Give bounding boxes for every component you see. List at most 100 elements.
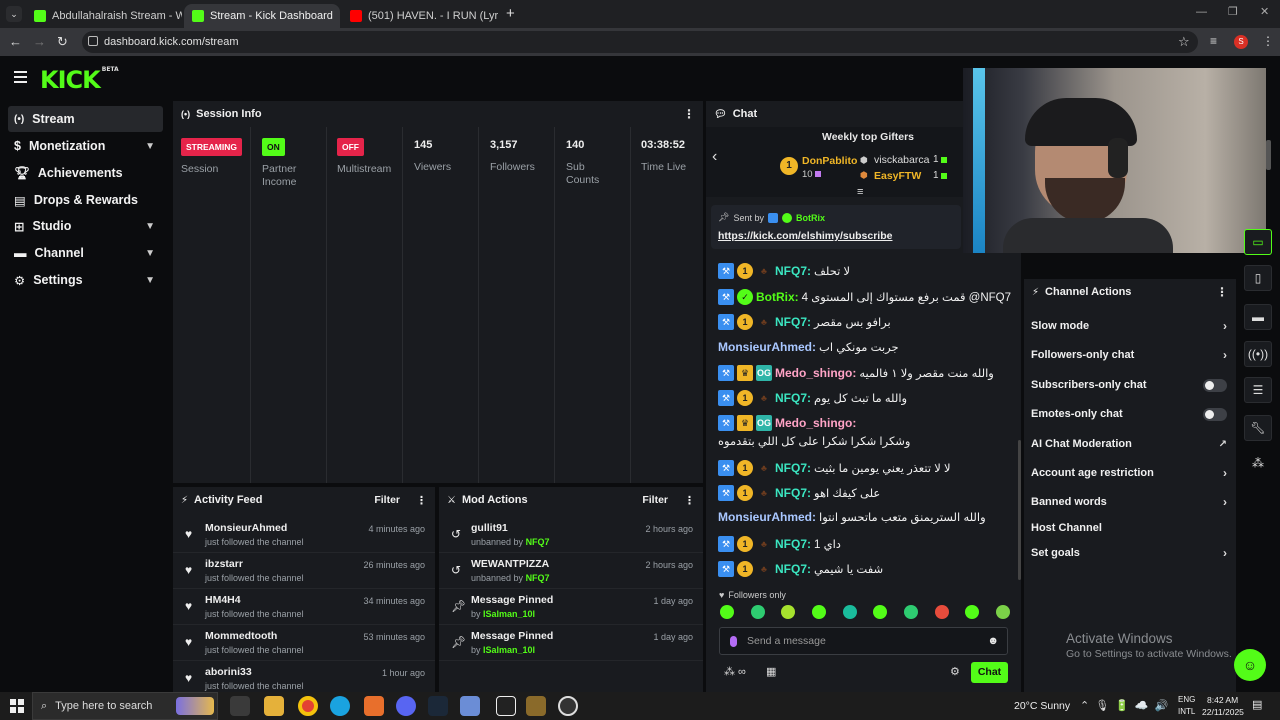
- emoji-icon[interactable]: ☻: [987, 635, 999, 647]
- chat-username[interactable]: Medo_shingo:: [775, 366, 856, 380]
- side-panel-button[interactable]: ▭: [1244, 229, 1272, 255]
- channel-action-item[interactable]: Account age restriction ›: [1031, 462, 1227, 484]
- language-bottom[interactable]: INTL: [1178, 707, 1195, 716]
- toggle-switch[interactable]: [1203, 378, 1227, 392]
- edge-icon[interactable]: [330, 696, 350, 716]
- channel-action-item[interactable]: Emotes-only chat: [1031, 403, 1227, 425]
- chat-username[interactable]: NFQ7:: [775, 537, 811, 551]
- toggle-switch[interactable]: [1203, 407, 1227, 421]
- wrench-icon[interactable]: 🔧︎: [1244, 415, 1272, 441]
- browser-tab-0[interactable]: Abdullahalraish Stream - Watc ✕: [26, 4, 182, 28]
- channel-action-item[interactable]: Subscribers-only chat: [1031, 374, 1227, 396]
- list-item[interactable]: ♥ MonsieurAhmed just followed the channel 4…: [173, 519, 435, 553]
- channel-action-item[interactable]: Followers-only chat ›: [1031, 344, 1227, 366]
- back-icon[interactable]: ←: [9, 34, 22, 49]
- bookmark-star-icon[interactable]: ☆: [1178, 34, 1190, 50]
- chat-tools-icon[interactable]: ⁂ ∞: [724, 665, 746, 678]
- list-item[interactable]: ♥ aborini33 just followed the channel 1 hou…: [173, 663, 435, 692]
- site-info-icon[interactable]: [88, 36, 98, 46]
- chat-scrollbar[interactable]: [1018, 440, 1021, 580]
- close-icon[interactable]: ✕: [339, 10, 340, 23]
- chat-username[interactable]: NFQ7:: [775, 315, 811, 329]
- chat-username[interactable]: BotRix:: [756, 290, 799, 304]
- chat-message[interactable]: ⚒ 1 ♣ NFQ7: والله ما تبث كل يوم: [718, 390, 1018, 406]
- chat-icon[interactable]: ▬: [1244, 304, 1272, 330]
- profile-avatar[interactable]: S: [1234, 35, 1248, 49]
- channel-action-item[interactable]: Host Channel: [1031, 517, 1227, 539]
- url-input[interactable]: dashboard.kick.com/stream: [82, 31, 1198, 53]
- task-view-icon[interactable]: [230, 696, 250, 716]
- store-icon[interactable]: ▦: [766, 665, 776, 678]
- chat-username[interactable]: NFQ7:: [775, 264, 811, 278]
- chat-message[interactable]: ⚒ 1 ♣ NFQ7: على كيفك اهو: [718, 485, 1018, 501]
- clock-date[interactable]: 22/11/2025: [1202, 707, 1244, 717]
- emote-icon[interactable]: [965, 605, 980, 619]
- system-tray-icons[interactable]: ⌃🎙︎🔋☁️🔊: [1080, 699, 1174, 712]
- reading-list-icon[interactable]: ≡: [1210, 34, 1217, 48]
- list-item[interactable]: ♥ ibzstarr just followed the channel 26 min…: [173, 555, 435, 589]
- channel-action-item[interactable]: Set goals ›: [1031, 542, 1227, 564]
- browser-tab-1[interactable]: Stream - Kick Dashboard ✕: [184, 4, 340, 28]
- sidebar-item-achievements[interactable]: 🏆︎ Achievements: [8, 160, 163, 186]
- maximize-icon[interactable]: ❐: [1228, 5, 1238, 18]
- send-chat-button[interactable]: Chat: [971, 662, 1008, 683]
- reload-icon[interactable]: ↻: [57, 34, 68, 50]
- gifter-name[interactable]: visckabarca: [874, 154, 929, 166]
- sidebar-item-studio[interactable]: ⊞ Studio ▼: [8, 213, 163, 239]
- more-options-icon[interactable]: ⋮: [1216, 285, 1228, 299]
- channel-action-item[interactable]: Slow mode ›: [1031, 315, 1227, 337]
- chevron-left-icon[interactable]: ‹: [712, 148, 717, 166]
- chat-message[interactable]: ⚒ ♛ OG Medo_shingo: وشكرا شكرا شكرا على كل ا…: [718, 415, 1008, 448]
- channel-action-item[interactable]: AI Chat Moderation ↗: [1031, 433, 1227, 455]
- browser-menu-icon[interactable]: ⋮: [1262, 34, 1274, 48]
- emote-icon[interactable]: [842, 605, 857, 619]
- chrome-icon[interactable]: [298, 696, 318, 716]
- game-icon[interactable]: [526, 696, 546, 716]
- emote-icon[interactable]: [720, 605, 734, 619]
- chat-username[interactable]: MonsieurAhmed:: [718, 340, 816, 354]
- kick-app-icon[interactable]: [496, 696, 516, 716]
- gifter-name[interactable]: DonPablito: [802, 155, 857, 167]
- right-scrollbar[interactable]: [1266, 140, 1271, 170]
- emote-icon[interactable]: [873, 605, 888, 619]
- list-item[interactable]: 📌︎ Message Pinned by ISalman_10l 1 day ago: [439, 591, 703, 625]
- gifter-name[interactable]: EasyFTW: [874, 170, 921, 182]
- minimize-icon[interactable]: —: [1196, 6, 1207, 18]
- sidebar-item-stream[interactable]: (•) Stream: [8, 106, 163, 132]
- chat-message[interactable]: ⚒ 1 ♣ NFQ7: داي 1: [718, 536, 1018, 552]
- filter-button[interactable]: Filter: [642, 494, 668, 506]
- new-tab-button[interactable]: +: [506, 5, 515, 22]
- tab-search-button[interactable]: ⌄: [6, 6, 22, 22]
- chat-message[interactable]: ⚒ 1 ♣ NFQ7: لا لا تتعذر يعني يومين ما بثيت: [718, 460, 1018, 476]
- chat-message[interactable]: ⚒ 1 ♣ NFQ7: لا تحلف: [718, 263, 1018, 279]
- file-explorer-icon[interactable]: [264, 696, 284, 716]
- notifications-icon[interactable]: ▤: [1252, 698, 1262, 711]
- sidebar-item-settings[interactable]: ⚙ Settings ▼: [8, 267, 163, 293]
- clock-time[interactable]: 8:42 AM: [1207, 695, 1238, 705]
- more-options-icon[interactable]: ⋮: [684, 494, 695, 507]
- filter-button[interactable]: Filter: [374, 494, 400, 506]
- app-icon[interactable]: [460, 696, 480, 716]
- chat-message[interactable]: ⚒ 1 ♣ NFQ7: شفت يا شيمي: [718, 561, 1018, 577]
- taskbar-widget-icon[interactable]: [176, 697, 214, 715]
- forward-icon[interactable]: →: [33, 34, 46, 49]
- notes-icon[interactable]: ▯: [1244, 265, 1272, 291]
- sidebar-item-channel[interactable]: ▬ Channel ▼: [8, 240, 163, 266]
- browser-tab-2[interactable]: (501) HAVEN. - I RUN (Lyrics) - ✕: [342, 4, 498, 28]
- chat-message[interactable]: MonsieurAhmed: والله الستريمنق متعب ماتحس…: [718, 510, 1018, 524]
- weather-text[interactable]: 20°C Sunny: [1014, 700, 1070, 712]
- chat-username[interactable]: NFQ7:: [775, 391, 811, 405]
- chat-message[interactable]: ⚒ 1 ♣ NFQ7: برافو بس مقصر: [718, 314, 1018, 330]
- apps-icon[interactable]: ⁂: [1252, 456, 1264, 470]
- chat-input[interactable]: Send a message ☻: [719, 627, 1008, 655]
- emote-icon[interactable]: [811, 605, 826, 619]
- list-item[interactable]: ↺ WEWANTPIZZA unbanned by NFQ7 2 hours ago: [439, 555, 703, 589]
- pinned-link[interactable]: https://kick.com/elshimy/subscribe: [718, 230, 892, 242]
- collapse-handle-icon[interactable]: ≡: [857, 186, 863, 198]
- language-top[interactable]: ENG: [1178, 695, 1195, 704]
- obs-icon[interactable]: [558, 696, 578, 716]
- app-icon[interactable]: [364, 696, 384, 716]
- close-window-icon[interactable]: ✕: [1260, 5, 1269, 18]
- windows-start-icon[interactable]: [10, 699, 24, 713]
- sidebar-item-monetization[interactable]: $ Monetization ▼: [8, 133, 163, 159]
